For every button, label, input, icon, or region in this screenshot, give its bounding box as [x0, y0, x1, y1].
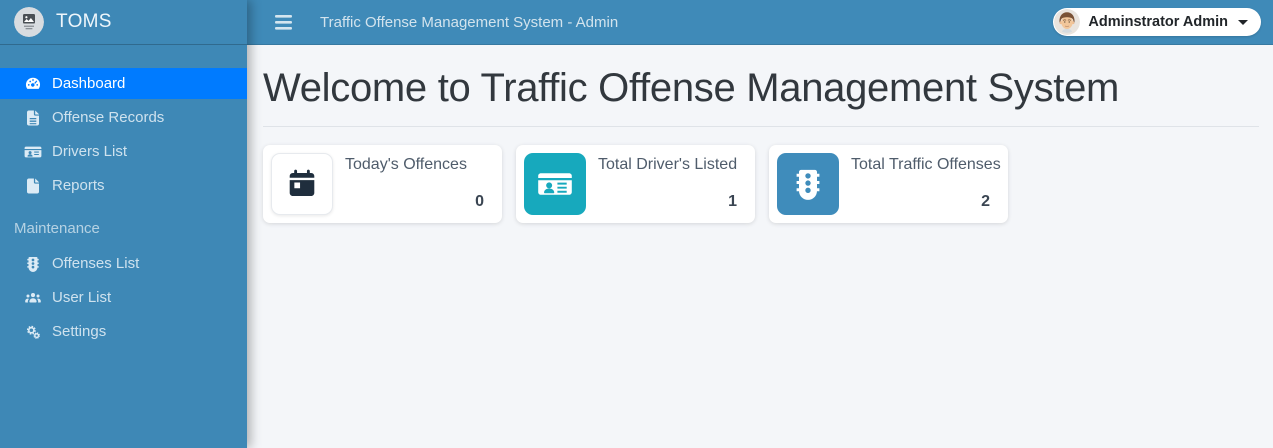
stat-card-value: 0 — [475, 193, 484, 210]
stat-card-body: Total Driver's Listed 1 — [586, 153, 747, 215]
sidebar-section-maintenance: Maintenance — [14, 220, 100, 237]
brand[interactable]: TOMS — [0, 0, 247, 45]
content-area: Welcome to Traffic Offense Management Sy… — [247, 45, 1273, 448]
sidebar-item-label: Offenses List — [52, 255, 140, 272]
id-card-icon — [23, 143, 43, 161]
page-title: Welcome to Traffic Offense Management Sy… — [263, 66, 1120, 110]
user-menu-button[interactable]: Adminstrator Admin — [1053, 8, 1261, 36]
sidebar-item-label: Offense Records — [52, 109, 165, 126]
sidebar: TOMS Dashboard Offense Records Drivers L… — [0, 0, 247, 448]
sidebar-item-reports[interactable]: Reports — [0, 170, 247, 201]
traffic-light-icon — [777, 153, 839, 215]
user-name: Adminstrator Admin — [1088, 14, 1228, 30]
top-navbar: Traffic Offense Management System - Admi… — [247, 0, 1273, 45]
stat-card-title: Total Traffic Offenses — [851, 156, 1001, 173]
caret-down-icon — [1238, 19, 1248, 25]
calendar-day-icon — [271, 153, 333, 215]
file-icon — [23, 177, 43, 195]
sidebar-item-label: Dashboard — [52, 75, 126, 92]
stat-card-todays-offences: Today's Offences 0 — [263, 145, 502, 223]
stat-card-value: 2 — [981, 193, 990, 210]
stat-card-body: Total Traffic Offenses 2 — [839, 153, 1001, 215]
sidebar-item-label: Settings — [52, 323, 107, 340]
traffic-light-icon — [23, 255, 43, 273]
sidebar-item-offenses-list[interactable]: Offenses List — [0, 248, 247, 279]
cogs-icon — [23, 323, 43, 341]
brand-name: TOMS — [56, 11, 112, 32]
sidebar-item-offense-records[interactable]: Offense Records — [0, 102, 247, 133]
stat-cards-row: Today's Offences 0 Total Driver's Listed… — [263, 145, 1259, 223]
stat-card-title: Total Driver's Listed — [598, 156, 738, 173]
sidebar-item-label: Drivers List — [52, 143, 128, 160]
navbar-title: Traffic Offense Management System - Admi… — [320, 13, 619, 31]
menu-toggle-button[interactable] — [271, 11, 296, 34]
brand-logo-image — [14, 7, 44, 37]
gauge-icon — [23, 75, 43, 93]
sidebar-nav: Dashboard Offense Records Drivers List R… — [0, 45, 247, 350]
divider — [263, 126, 1259, 127]
user-avatar — [1054, 9, 1081, 35]
id-card-icon — [524, 153, 586, 215]
sidebar-item-label: Reports — [52, 177, 105, 194]
sidebar-item-label: User List — [52, 289, 112, 306]
main-wrapper: Traffic Offense Management System - Admi… — [247, 0, 1273, 448]
stat-card-body: Today's Offences 0 — [333, 153, 494, 215]
stat-card-value: 1 — [728, 193, 737, 210]
stat-card-total-offenses: Total Traffic Offenses 2 — [769, 145, 1008, 223]
bars-icon — [275, 14, 292, 30]
sidebar-item-user-list[interactable]: User List — [0, 282, 247, 313]
users-icon — [23, 289, 43, 307]
stat-card-total-drivers: Total Driver's Listed 1 — [516, 145, 755, 223]
sidebar-item-drivers-list[interactable]: Drivers List — [0, 136, 247, 167]
sidebar-item-settings[interactable]: Settings — [0, 316, 247, 347]
stat-card-title: Today's Offences — [345, 156, 467, 173]
sidebar-item-dashboard[interactable]: Dashboard — [0, 68, 247, 99]
file-lines-icon — [23, 109, 43, 127]
